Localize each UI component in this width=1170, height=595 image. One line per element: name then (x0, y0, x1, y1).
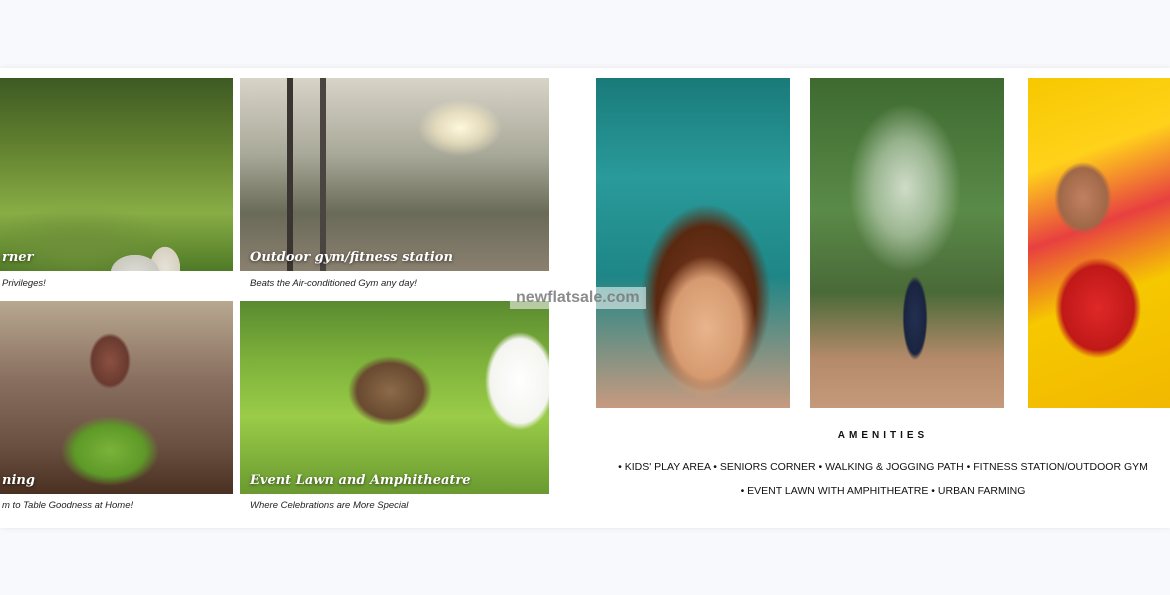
carousel-image-jogger[interactable] (810, 78, 1004, 408)
tile-caption: m to Table Goodness at Home! (2, 500, 134, 511)
tile-caption: Privileges! (2, 278, 46, 289)
amenities-list-line-1: • KIDS' PLAY AREA • SENIORS CORNER • WAL… (618, 461, 1148, 473)
event-lawn-image (240, 301, 549, 494)
seniors-corner-tile[interactable]: rner (0, 78, 233, 271)
outdoor-gym-tile[interactable]: Outdoor gym/fitness station (240, 78, 549, 271)
watermark: newflatsale.com (510, 287, 646, 309)
jogger-photo (810, 78, 1004, 408)
carousel-image-kids-slide[interactable] (1028, 78, 1170, 408)
kids-slide-photo (1028, 78, 1170, 408)
carousel-image-woman-flower[interactable] (596, 78, 790, 408)
event-lawn-tile[interactable]: Event Lawn and Amphitheatre (240, 301, 549, 494)
tile-title: Event Lawn and Amphitheatre (250, 473, 471, 488)
seniors-corner-image (0, 78, 233, 271)
amenities-list-line-2: • EVENT LAWN WITH AMPHITHEATRE • URBAN F… (740, 485, 1026, 497)
tile-caption: Beats the Air-conditioned Gym any day! (250, 278, 417, 289)
outdoor-gym-image (240, 78, 549, 271)
tile-title: Outdoor gym/fitness station (250, 250, 453, 265)
tile-title: rner (2, 250, 34, 265)
tile-caption: Where Celebrations are More Special (250, 500, 409, 511)
woman-flower-photo (596, 78, 790, 408)
amenities-heading: AMENITIES (837, 430, 929, 441)
tile-title: ning (2, 473, 35, 488)
urban-farming-image (0, 301, 233, 494)
urban-farming-tile[interactable]: ning (0, 301, 233, 494)
